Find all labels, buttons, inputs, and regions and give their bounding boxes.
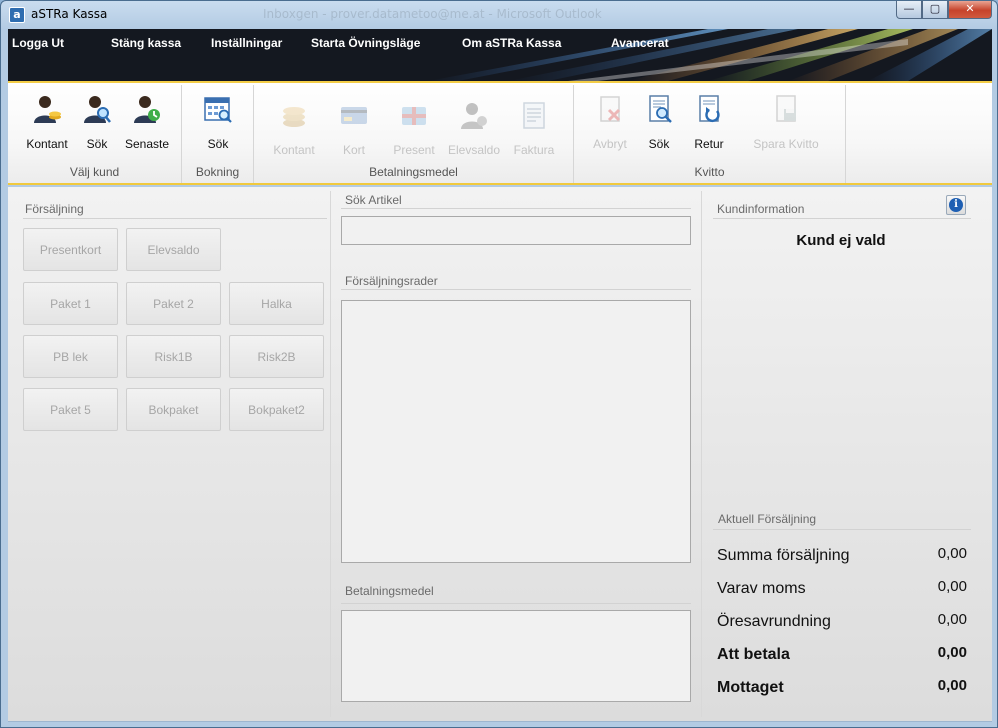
betal-elevsaldo-button[interactable]: Elevsaldo bbox=[445, 99, 503, 157]
kundinformation-rule bbox=[713, 218, 971, 219]
group-label-valj-kund: Välj kund bbox=[69, 165, 120, 179]
risk2b-button[interactable]: Risk2B bbox=[229, 335, 324, 378]
kund-status: Kund ej vald bbox=[796, 232, 886, 249]
att-betala-row: Att betala 0,00 bbox=[717, 644, 967, 668]
mottaget-value: 0,00 bbox=[937, 677, 967, 694]
receipt-cancel-icon bbox=[600, 96, 621, 122]
person-coins-icon bbox=[34, 96, 61, 123]
menu-bar: Logga Ut Stäng kassa Inställningar Start… bbox=[8, 29, 992, 81]
close-button[interactable]: ✕ bbox=[948, 1, 992, 19]
main-content: Försäljning Presentkort Elevsaldo Paket … bbox=[8, 187, 992, 721]
kvitto-spara-button[interactable]: Spara Kvitto bbox=[746, 93, 826, 151]
betal-kort-button[interactable]: Kort bbox=[325, 99, 383, 157]
student-icon bbox=[461, 103, 487, 129]
bokpaket-button[interactable]: Bokpaket bbox=[126, 388, 221, 431]
background-window-title: Inboxgen - prover.datametoo@me.at - Micr… bbox=[263, 7, 602, 21]
card-icon bbox=[341, 107, 367, 124]
oresavrundning-value: 0,00 bbox=[937, 611, 967, 628]
menu-logga-ut[interactable]: Logga Ut bbox=[12, 36, 64, 50]
pb-lek-button[interactable]: PB lek bbox=[23, 335, 118, 378]
att-betala-value: 0,00 bbox=[937, 644, 967, 661]
info-icon: i bbox=[949, 198, 963, 212]
oresavrundning-row: Öresavrundning 0,00 bbox=[717, 611, 967, 635]
paket5-button[interactable]: Paket 5 bbox=[23, 388, 118, 431]
group-label-bokning: Bokning bbox=[195, 165, 240, 179]
summa-forsaljning-row: Summa försäljning 0,00 bbox=[717, 545, 967, 569]
maximize-button[interactable]: ▢ bbox=[922, 1, 948, 19]
menu-avancerat[interactable]: Avancerat bbox=[611, 36, 669, 50]
menu-installningar[interactable]: Inställningar bbox=[211, 36, 282, 50]
window-bottom-edge bbox=[8, 721, 992, 722]
betal-present-button[interactable]: Present bbox=[385, 99, 443, 157]
column-separator-right bbox=[701, 191, 702, 717]
ribbon-group-bokning: Sök Bokning bbox=[182, 85, 254, 183]
kvitto-retur-button[interactable]: Retur bbox=[680, 93, 738, 151]
risk1b-button[interactable]: Risk1B bbox=[126, 335, 221, 378]
varav-moms-row: Varav moms 0,00 bbox=[717, 578, 967, 602]
bokpaket2-button[interactable]: Bokpaket2 bbox=[229, 388, 324, 431]
ribbon-group-kvitto: Avbryt Sök Retur Spara Kvitto Kvitto bbox=[574, 85, 846, 183]
gift-card-icon bbox=[402, 107, 426, 125]
summa-forsaljning-label: Summa försäljning bbox=[717, 547, 850, 564]
menu-om-astra-kassa[interactable]: Om aSTRa Kassa bbox=[462, 36, 561, 50]
ribbon: Kontant Sök Senaste Välj kund Sök Boknin… bbox=[8, 81, 992, 185]
paket1-button[interactable]: Paket 1 bbox=[23, 282, 118, 325]
summa-forsaljning-value: 0,00 bbox=[937, 545, 967, 562]
person-recent-icon bbox=[134, 96, 160, 123]
varav-moms-value: 0,00 bbox=[937, 578, 967, 595]
person-search-icon bbox=[84, 96, 111, 123]
betal-kontant-button[interactable]: Kontant bbox=[265, 99, 323, 157]
att-betala-label: Att betala bbox=[717, 646, 790, 663]
group-label-betalningsmedel: Betalningsmedel bbox=[369, 165, 458, 179]
group-label-kvitto: Kvitto bbox=[694, 165, 725, 179]
forsaljning-title: Försäljning bbox=[25, 202, 84, 216]
betal-faktura-button[interactable]: Faktura bbox=[505, 99, 563, 157]
oresavrundning-label: Öresavrundning bbox=[717, 613, 831, 630]
paket2-button[interactable]: Paket 2 bbox=[126, 282, 221, 325]
app-logo-icon: a bbox=[9, 7, 25, 23]
betalningsmedel-title: Betalningsmedel bbox=[345, 584, 434, 598]
forsaljningsrader-list[interactable] bbox=[341, 300, 691, 563]
receipt-search-icon bbox=[649, 95, 672, 123]
app-window: a aSTRa Kassa Inboxgen - prover.datameto… bbox=[0, 0, 998, 728]
kund-senaste-button[interactable]: Senaste bbox=[118, 93, 176, 151]
presentkort-button[interactable]: Presentkort bbox=[23, 228, 118, 271]
sok-artikel-rule bbox=[341, 208, 691, 209]
column-separator-left bbox=[330, 191, 331, 717]
halka-button[interactable]: Halka bbox=[229, 282, 324, 325]
aktuell-forsaljning-title: Aktuell Försäljning bbox=[718, 512, 817, 526]
ribbon-group-betalningsmedel: Kontant Kort Present Elevsaldo Faktura B… bbox=[254, 85, 574, 183]
forsaljning-rule bbox=[23, 218, 327, 219]
forsaljningsrader-rule bbox=[341, 289, 691, 290]
coins-icon bbox=[283, 107, 305, 127]
ribbon-group-valj-kund: Kontant Sök Senaste Välj kund bbox=[8, 85, 182, 183]
menu-starta-ovningslage[interactable]: Starta Övningsläge bbox=[311, 36, 420, 50]
calendar-search-icon bbox=[204, 97, 232, 123]
kundinformation-title: Kundinformation bbox=[717, 202, 805, 216]
title-bar[interactable]: a aSTRa Kassa Inboxgen - prover.datameto… bbox=[1, 1, 997, 29]
info-button[interactable]: i bbox=[946, 195, 966, 215]
betalningsmedel-rule bbox=[341, 603, 691, 604]
mottaget-label: Mottaget bbox=[717, 679, 784, 696]
aktuell-forsaljning-rule bbox=[713, 529, 971, 530]
menu-stang-kassa[interactable]: Stäng kassa bbox=[111, 36, 181, 50]
forsaljningsrader-title: Försäljningsrader bbox=[345, 274, 438, 288]
varav-moms-label: Varav moms bbox=[717, 580, 806, 597]
window-title: aSTRa Kassa bbox=[31, 7, 108, 21]
minimize-button[interactable]: — bbox=[896, 1, 922, 19]
receipt-return-icon bbox=[699, 95, 720, 123]
receipt-save-icon bbox=[776, 95, 796, 122]
mottaget-row: Mottaget 0,00 bbox=[717, 677, 967, 701]
invoice-icon bbox=[523, 102, 545, 129]
betalningsmedel-list[interactable] bbox=[341, 610, 691, 702]
sok-artikel-input[interactable] bbox=[341, 216, 691, 245]
bokning-sok-button[interactable]: Sök bbox=[189, 93, 247, 151]
elevsaldo-button[interactable]: Elevsaldo bbox=[126, 228, 221, 271]
sok-artikel-title: Sök Artikel bbox=[345, 193, 402, 207]
